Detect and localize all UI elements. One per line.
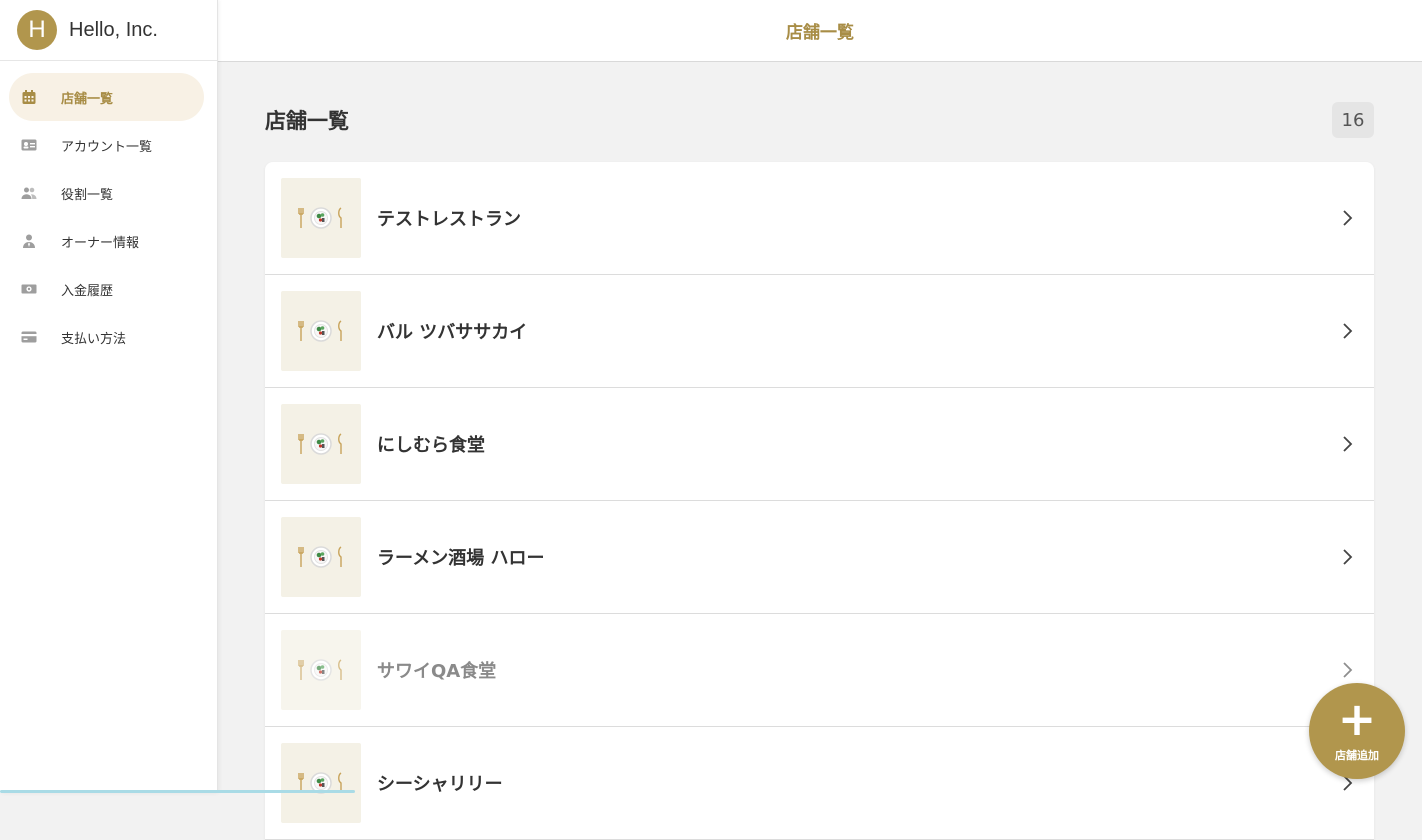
top-header: 店舗一覧	[218, 0, 1422, 62]
store-row[interactable]: サワイQA食堂	[265, 614, 1374, 727]
brand-name: Hello, Inc.	[69, 19, 158, 42]
sidebar-nav: 店舗一覧 アカウント一覧 役割一覧 オーナー情報 入金履歴	[0, 61, 217, 361]
store-row[interactable]: シーシャリリー	[265, 727, 1374, 840]
restaurant-plate-icon	[291, 537, 351, 577]
header-title: 店舗一覧	[786, 18, 854, 43]
people-icon	[21, 185, 37, 201]
store-row[interactable]: バル ツバササカイ	[265, 275, 1374, 388]
person-icon	[21, 233, 37, 249]
plus-icon: +	[1338, 699, 1377, 739]
main-content: 店舗一覧 16 テストレストラン バル ツバササカイ にしむら食堂	[265, 62, 1374, 840]
restaurant-plate-icon	[291, 198, 351, 238]
chevron-right-icon	[1340, 548, 1354, 566]
calendar-icon	[21, 89, 37, 105]
restaurant-plate-icon	[291, 763, 351, 803]
count-badge: 16	[1332, 102, 1374, 138]
store-name: シーシャリリー	[377, 770, 1340, 796]
brand[interactable]: H Hello, Inc.	[0, 0, 217, 61]
store-list: テストレストラン バル ツバササカイ にしむら食堂 ラーメン酒場 ハロー	[265, 162, 1374, 840]
sidebar-item-payment-methods[interactable]: 支払い方法	[9, 313, 204, 361]
sidebar-item-label: 入金履歴	[61, 280, 113, 299]
store-row[interactable]: にしむら食堂	[265, 388, 1374, 501]
sidebar-item-accounts[interactable]: アカウント一覧	[9, 121, 204, 169]
money-icon	[21, 281, 37, 297]
store-name: バル ツバササカイ	[377, 318, 1340, 344]
store-thumbnail	[281, 630, 361, 710]
chevron-right-icon	[1340, 435, 1354, 453]
store-name: テストレストラン	[377, 205, 1340, 231]
store-row[interactable]: ラーメン酒場 ハロー	[265, 501, 1374, 614]
sidebar-item-label: オーナー情報	[61, 232, 139, 251]
sidebar-item-label: 店舗一覧	[61, 88, 113, 107]
store-name: サワイQA食堂	[377, 657, 1340, 683]
store-name: にしむら食堂	[377, 431, 1340, 457]
sidebar-item-roles[interactable]: 役割一覧	[9, 169, 204, 217]
store-thumbnail	[281, 517, 361, 597]
store-thumbnail	[281, 404, 361, 484]
restaurant-plate-icon	[291, 650, 351, 690]
sidebar-item-label: アカウント一覧	[61, 136, 152, 155]
sidebar-item-stores[interactable]: 店舗一覧	[9, 73, 204, 121]
sidebar-item-deposits[interactable]: 入金履歴	[9, 265, 204, 313]
chevron-right-icon	[1340, 209, 1354, 227]
credit-card-icon	[21, 329, 37, 345]
sidebar: H Hello, Inc. 店舗一覧 アカウント一覧 役割一覧 オーナー情報	[0, 0, 218, 793]
sidebar-item-owner[interactable]: オーナー情報	[9, 217, 204, 265]
store-thumbnail	[281, 178, 361, 258]
store-thumbnail	[281, 291, 361, 371]
sidebar-item-label: 役割一覧	[61, 184, 113, 203]
add-store-button[interactable]: + 店舗追加	[1309, 683, 1405, 779]
page-header: 店舗一覧 16	[265, 62, 1374, 162]
store-row[interactable]: テストレストラン	[265, 162, 1374, 275]
restaurant-plate-icon	[291, 424, 351, 464]
chevron-right-icon	[1340, 661, 1354, 679]
chevron-right-icon	[1340, 322, 1354, 340]
id-card-icon	[21, 137, 37, 153]
restaurant-plate-icon	[291, 311, 351, 351]
brand-avatar: H	[17, 10, 57, 50]
page-title: 店舗一覧	[265, 105, 349, 135]
add-store-label: 店舗追加	[1335, 747, 1379, 763]
store-thumbnail	[281, 743, 361, 823]
sidebar-item-label: 支払い方法	[61, 328, 126, 347]
store-name: ラーメン酒場 ハロー	[377, 544, 1340, 570]
